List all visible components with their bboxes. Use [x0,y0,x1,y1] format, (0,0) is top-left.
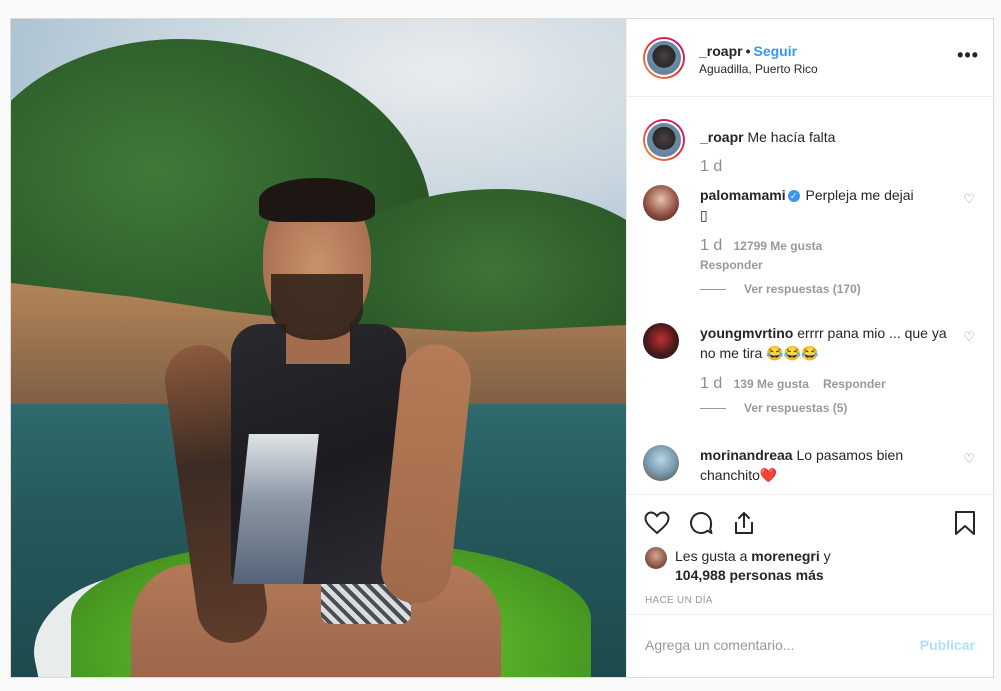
view-replies-label[interactable]: Ver respuestas (170) [744,282,861,296]
comment-text: palomamami ✓ Perpleja me dejai ▯ [700,185,950,225]
caption-time[interactable]: 1 d [700,158,722,175]
publish-button[interactable]: Publicar [920,637,975,653]
comment-time[interactable]: 1 d [700,237,722,254]
comment-emoji: ▯ [700,207,708,223]
comment-time[interactable]: 1 d [700,375,722,392]
post-header: _roapr • Seguir Aguadilla, Puerto Rico ••• [627,19,993,97]
caption-body: Me hacía falta [747,129,836,145]
post-side-panel: _roapr • Seguir Aguadilla, Puerto Rico •••… [626,19,993,677]
likes-user[interactable]: morenegri [751,548,819,564]
heart-icon[interactable] [643,509,671,537]
view-replies[interactable]: Ver respuestas (5) [700,401,847,415]
comment-meta: 1 d 139 Me gusta Responder [700,375,886,393]
author-username[interactable]: _roapr [699,43,743,59]
liker-avatar[interactable] [645,547,667,569]
comment-meta: 1 d 12799 Me gusta [700,237,822,255]
author-avatar[interactable] [643,37,685,79]
follow-button[interactable]: Seguir [753,43,797,59]
comment-like-heart-icon[interactable]: ♡ [963,191,975,207]
reply-button[interactable]: Responder [700,258,763,272]
photo-person [131,178,501,677]
view-replies[interactable]: Ver respuestas (170) [700,282,861,296]
replies-line [700,408,726,410]
bookmark-icon[interactable] [951,509,979,537]
replies-line [700,289,726,291]
comment-username[interactable]: palomamami [700,187,786,203]
more-icon[interactable]: ••• [957,45,979,66]
comment-like-heart-icon[interactable]: ♡ [963,451,975,467]
post-time-ago[interactable]: HACE UN DÍA [645,595,713,606]
separator-dot: • [745,43,751,59]
comment-text: morinandreaa Lo pasamos bien chanchito❤️ [700,445,950,485]
comments-list[interactable]: _roapr Me hacía falta 1 d palomamami ✓ Pe… [627,97,993,495]
comment-icon[interactable] [687,509,715,537]
likes-others[interactable]: 104,988 personas más [675,567,824,583]
comment-username[interactable]: morinandreaa [700,447,793,463]
post-location[interactable]: Aguadilla, Puerto Rico [699,62,818,76]
comment-reply-row: Responder [700,258,763,272]
author-line: _roapr • Seguir [699,43,797,59]
reply-button[interactable]: Responder [823,377,886,391]
comment-avatar[interactable] [643,323,679,359]
post-photo[interactable] [11,19,626,677]
comment-likes[interactable]: 139 Me gusta [734,377,809,391]
caption-username[interactable]: _roapr [700,129,744,145]
verified-icon: ✓ [787,190,800,202]
caption-meta: 1 d [700,158,730,176]
photo-beard [271,274,363,340]
comment-input[interactable]: Agrega un comentario... [645,637,794,653]
comment-box: Agrega un comentario... Publicar [627,615,993,677]
action-bar: Les gusta a morenegri y 104,988 personas… [627,495,993,615]
caption-avatar[interactable] [643,119,685,161]
likes-conj: y [823,548,831,564]
caption-text: _roapr Me hacía falta [700,127,950,147]
comment-username[interactable]: youngmvrtino [700,325,793,341]
comment-body: Perpleja me dejai [805,187,914,203]
view-replies-label[interactable]: Ver respuestas (5) [744,401,847,415]
post-card: _roapr • Seguir Aguadilla, Puerto Rico •••… [10,18,994,678]
share-icon[interactable] [730,509,758,537]
comment-avatar[interactable] [643,445,679,481]
comment-text: youngmvrtino errrr pana mio ... que ya n… [700,323,950,363]
comment-like-heart-icon[interactable]: ♡ [963,329,975,345]
likes-prefix: Les gusta a [675,548,748,564]
photo-hair [259,178,375,222]
comment-likes[interactable]: 12799 Me gusta [734,239,823,253]
likes-text: Les gusta a morenegri y 104,988 personas… [675,547,965,585]
comment-avatar[interactable] [643,185,679,221]
